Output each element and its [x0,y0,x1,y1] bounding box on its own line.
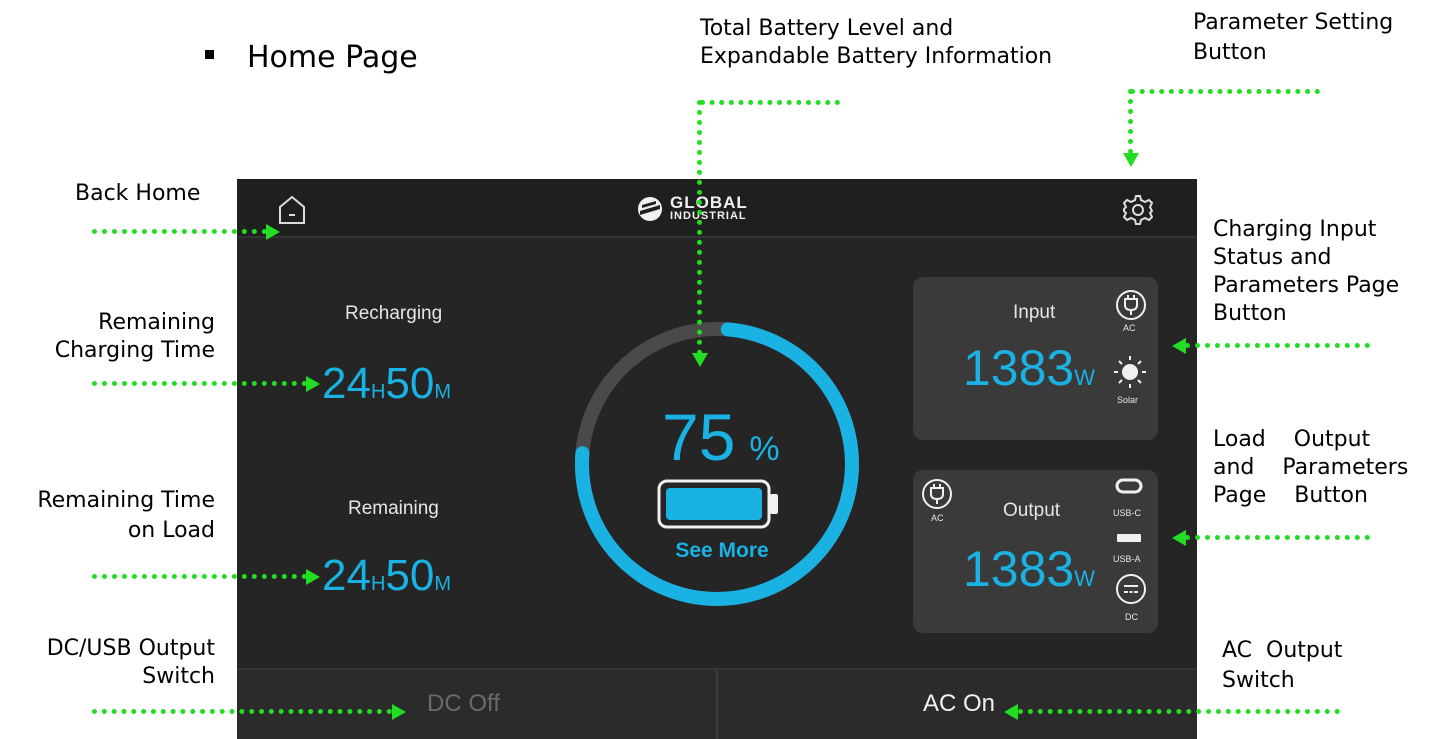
annotation-load-output-2: and Parameters [1213,455,1409,480]
annotation-remaining-charging-1: Remaining [98,310,215,335]
remaining-hours-unit: H [370,573,386,595]
output-power-unit: W [1074,566,1095,591]
pointer-recharge-arrow [306,376,320,392]
remaining-label: Remaining [348,498,439,519]
annotation-load-output-1: Load Output [1213,427,1371,452]
annotation-remaining-load-1: Remaining Time [37,488,215,513]
annotation-load-output-3: Page Button [1213,483,1368,508]
pointer-dc-arrow [392,704,406,720]
remaining-hours: 24 [322,551,371,600]
pointer-input-h [1185,343,1370,348]
pointer-battery-h [700,100,840,105]
annotation-charging-input-3: Parameters Page [1213,273,1400,298]
annotation-charging-input-2: Status and [1213,245,1332,270]
input-ac-label: AC [1123,323,1136,333]
pointer-home-h [92,229,267,234]
input-power-value: 1383 [963,340,1075,396]
ac-plug-icon [1115,289,1147,321]
dc-switch-label: DC Off [427,690,500,717]
pointer-ac-arrow [1004,704,1018,720]
recharging-minutes-unit: M [434,381,452,403]
pointer-remaining-h [92,574,307,579]
annotation-back-home: Back Home [75,181,201,206]
pointer-battery-arrow [692,353,708,367]
annotation-total-battery-2: Expandable Battery Information [700,44,1053,69]
recharging-minutes: 50 [385,359,435,408]
output-ac-label: AC [931,513,944,523]
solar-icon [1113,355,1147,389]
switch-bar: DC Off AC On [237,668,1197,739]
pointer-output-h [1185,535,1370,540]
see-more-link[interactable]: See More [667,539,777,563]
recharging-hours: 24 [322,359,371,408]
annotation-dc-usb-1: DC/USB Output [46,636,215,661]
input-power: 1383W [963,339,1095,397]
pointer-battery-v [697,100,702,355]
pointer-remaining-arrow [306,569,320,585]
device-screen: GLOBAL INDUSTRIAL Recharging 24H50M Rema… [237,179,1197,739]
remaining-time: 24H50M [322,551,451,611]
remaining-minutes-unit: M [434,573,452,595]
recharging-time: 24H50M [322,359,451,419]
gear-icon[interactable] [1121,193,1155,227]
output-power-value: 1383 [963,541,1075,597]
annotation-param-setting-1: Parameter Setting [1193,10,1394,35]
pointer-input-arrow [1172,338,1186,354]
annotation-remaining-charging-2: Charging Time [54,338,215,363]
pointer-param-v [1128,89,1133,154]
output-power: 1383W [963,540,1095,598]
output-ac-plug-icon [921,478,953,510]
usb-a-icon [1116,528,1142,542]
usb-c-label: USB-C [1113,508,1142,518]
output-panel[interactable]: AC Output 1383W USB-C USB-A DC [913,470,1158,633]
annotation-charging-input-1: Charging Input [1213,217,1377,242]
input-panel[interactable]: Input 1383W AC Solar [913,277,1158,440]
battery-percent: 75% [662,399,780,475]
ac-switch-label: AC On [923,690,996,717]
top-bar: GLOBAL INDUSTRIAL [237,179,1197,238]
dc-label: DC [1125,612,1138,622]
home-icon[interactable] [275,193,309,227]
recharging-label: Recharging [345,303,443,324]
logo-text-industrial: INDUSTRIAL [670,210,747,222]
pointer-dc-h [92,709,392,714]
battery-icon [657,479,782,529]
pointer-output-arrow [1172,530,1186,546]
usb-a-label: USB-A [1113,554,1141,564]
annotation-ac-output-2: Switch [1222,668,1295,693]
annotation-remaining-load-2: on Load [127,518,215,543]
pointer-home-arrow [266,224,280,240]
logo-text-global: GLOBAL [670,193,748,212]
usb-c-icon [1115,478,1143,494]
pointer-param-h [1130,89,1320,94]
brand-logo: GLOBAL INDUSTRIAL [637,193,802,225]
battery-percent-sign: % [749,430,780,468]
annotation-dc-usb-2: Switch [142,664,215,689]
recharging-hours-unit: H [370,381,386,403]
bullet [205,50,214,59]
annotation-param-setting-2: Button [1193,40,1267,65]
pointer-ac-h [1018,709,1340,714]
annotation-total-battery-1: Total Battery Level and [700,16,954,41]
annotation-charging-input-4: Button [1213,301,1287,326]
battery-percent-value: 75 [662,400,736,474]
annotation-ac-output-1: AC Output [1222,638,1343,663]
page-heading: Home Page [247,40,418,75]
dc-icon [1115,573,1147,605]
input-title: Input [1013,302,1056,323]
ac-switch-button[interactable]: AC On [718,670,1197,739]
pointer-recharge-h [92,381,307,386]
pointer-param-arrow [1123,153,1139,167]
input-power-unit: W [1074,365,1095,390]
dc-switch-button[interactable]: DC Off [237,670,716,739]
input-solar-label: Solar [1117,395,1139,405]
output-title: Output [1003,500,1061,521]
remaining-minutes: 50 [385,551,435,600]
